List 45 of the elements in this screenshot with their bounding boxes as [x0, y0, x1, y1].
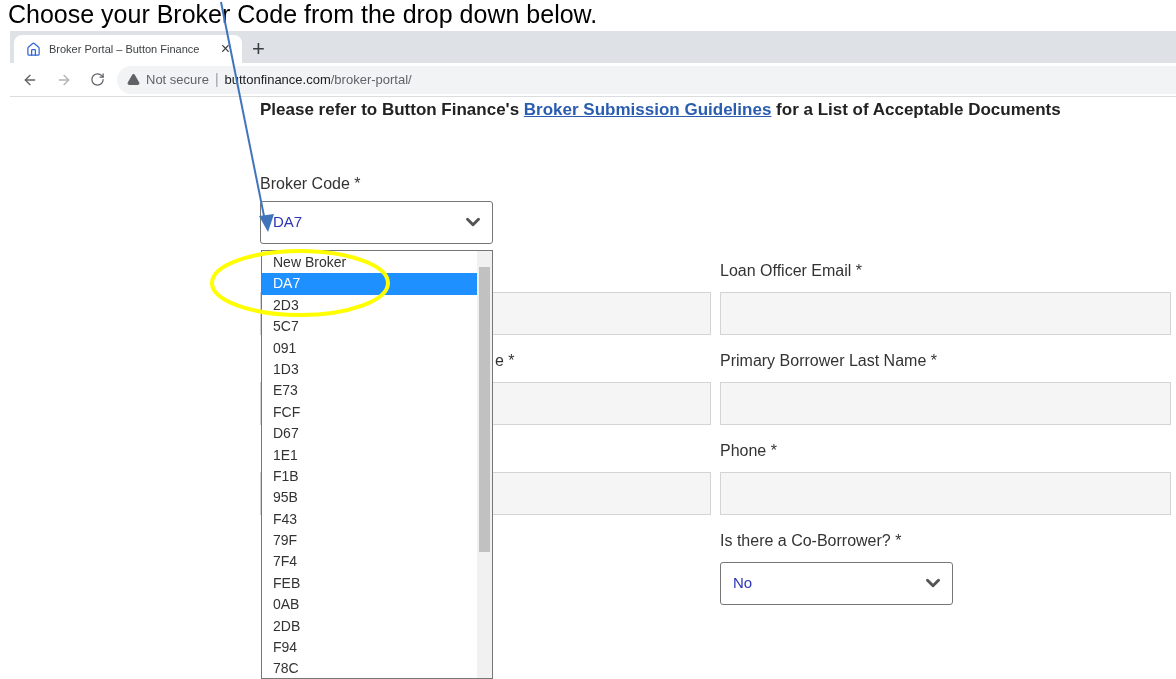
guidelines-link[interactable]: Broker Submission Guidelines [523, 100, 772, 119]
dropdown-option[interactable]: 0AB [262, 594, 477, 616]
dropdown-option[interactable]: F1B [262, 465, 477, 488]
dropdown-option[interactable]: D67 [262, 423, 477, 445]
dropdown-option[interactable]: 79F [262, 530, 477, 552]
field-label: e * [495, 351, 515, 369]
field-label: Phone * [720, 440, 777, 461]
dropdown-option[interactable]: 1E1 [262, 444, 477, 466]
dropdown-option[interactable]: F94 [262, 637, 477, 659]
tab-title: Broker Portal – Button Finance [49, 41, 200, 57]
dropdown-option[interactable]: FEB [262, 572, 477, 595]
dropdown-option[interactable]: E73 [262, 380, 477, 402]
field-label: Loan Officer Email * [720, 260, 862, 281]
select-value: No [733, 572, 753, 593]
notice-text: Please refer to Button Finance's Broker Submission Guidelines for a List of Acceptable Documents [260, 99, 1062, 121]
field-label: Broker Code * [260, 173, 362, 194]
dropdown-option[interactable]: 2D3 [262, 294, 477, 317]
field-label: Is there a Co-Borrower? * [720, 530, 902, 551]
dropdown-option[interactable]: F43 [262, 508, 477, 531]
separator: | [214, 70, 219, 89]
dropdown-option[interactable]: 95B [262, 487, 477, 509]
dropdown-option[interactable]: 78C [262, 658, 477, 679]
tab-close[interactable]: × [220, 41, 230, 57]
select-value: DA7 [273, 211, 303, 232]
dropdown-option[interactable]: 5C7 [262, 316, 477, 338]
dropdown-option[interactable]: 7F4 [262, 551, 477, 573]
security-label: Not secure [146, 70, 209, 89]
reload-icon[interactable] [90, 72, 105, 87]
dropdown-option[interactable]: New Broker [262, 252, 477, 274]
dropdown-option[interactable]: FCF [262, 401, 477, 424]
scrollbar[interactable] [477, 251, 492, 678]
new-tab-button[interactable]: + [252, 37, 265, 61]
warning-icon [127, 73, 140, 86]
scrollbar-thumb[interactable] [479, 267, 490, 552]
text-input[interactable] [720, 291, 1171, 335]
text-input[interactable] [720, 471, 1171, 515]
dropdown-option[interactable]: 091 [262, 337, 477, 359]
field-label: Primary Borrower Last Name * [720, 350, 937, 371]
house-icon [26, 41, 41, 57]
co-borrower-select[interactable]: No [720, 561, 953, 605]
browser-tab[interactable]: Broker Portal – Button Finance × [14, 35, 242, 63]
text-input[interactable] [720, 381, 1171, 425]
dropdown-option[interactable]: 1D3 [262, 358, 477, 381]
broker-code-select[interactable]: DA7 [260, 200, 493, 244]
dropdown-option[interactable]: 2DB [262, 615, 477, 638]
